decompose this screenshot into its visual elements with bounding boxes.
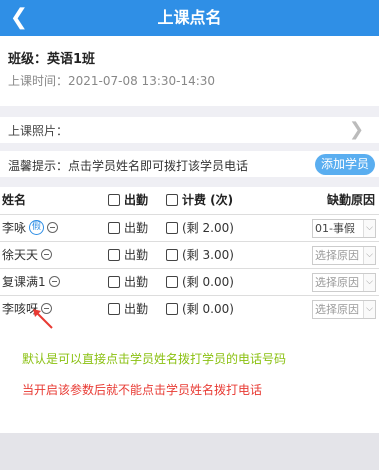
chevron-down-icon: ⌵ [363,220,375,237]
student-name[interactable]: 李咏 [2,221,26,235]
reason-select[interactable]: 01-事假 ⌵ [312,219,376,238]
add-student-button[interactable]: 添加学员 [315,154,375,175]
student-name-cell: 徐天天 [2,242,53,269]
fee-remaining: (剩 3.00) [182,248,234,262]
annotation-red-note: 当开启该参数后就不能点击学员姓名拨打电话 [22,383,263,397]
attendance-label: 出勤 [124,248,149,262]
page-title: 上课点名 [157,8,222,27]
table-header: 姓名 出勤 计费 (次) 缺勤原因 [0,187,379,215]
student-name[interactable]: 复课满1 [2,275,46,289]
attendance-cell: 出勤 [108,269,148,296]
fee-cell: (剩 0.00) [166,296,234,323]
attendance-checkbox[interactable] [108,302,120,315]
fee-checkbox[interactable] [166,248,178,261]
remove-student-icon[interactable] [41,249,53,260]
fee-checkbox[interactable] [166,275,178,288]
reason-select[interactable]: 选择原因 ⌵ [312,246,376,265]
tip-card: 温馨提示：点击学员姓名即可拨打该学员电话 添加学员 [0,151,379,177]
fee-all-checkbox[interactable] [166,193,178,206]
attendance-label: 出勤 [124,221,149,235]
header-attendance-label: 出勤 [124,193,149,207]
student-name-cell: 李咏假 [2,215,59,242]
attendance-checkbox[interactable] [108,275,120,288]
class-name: 班级：英语1班 [8,52,96,67]
reason-value: 01-事假 [315,222,355,235]
attendance-checkbox[interactable] [108,221,120,234]
leave-badge-icon: 假 [29,220,45,235]
student-name-cell: 复课满1 [2,269,60,296]
header-attendance: 出勤 [108,187,148,214]
annotation-green-note: 默认是可以直接点击学员姓名拨打学员的电话号码 [22,352,287,366]
fee-cell: (剩 0.00) [166,269,234,296]
table-row: 徐天天 出勤 (剩 3.00) 选择原因 ⌵ [0,242,379,269]
fee-remaining: (剩 2.00) [182,221,234,235]
fee-cell: (剩 3.00) [166,242,234,269]
reason-select[interactable]: 选择原因 ⌵ [312,300,376,319]
table-row: 复课满1 出勤 (剩 0.00) 选择原因 ⌵ [0,269,379,296]
attendance-cell: 出勤 [108,242,148,269]
fee-cell: (剩 2.00) [166,215,234,242]
reason-value: 选择原因 [315,276,359,289]
fee-checkbox[interactable] [166,221,178,234]
bottom-bar [0,433,379,470]
chevron-down-icon: ⌵ [363,301,375,318]
student-name[interactable]: 徐天天 [2,248,38,262]
table-row: 李咳呀 出勤 (剩 0.00) 选择原因 ⌵ [0,296,379,323]
chevron-down-icon: ⌵ [363,247,375,264]
top-navbar: ❮ 上课点名 [0,0,379,36]
remove-student-icon[interactable] [47,222,59,233]
tip-text: 温馨提示：点击学员姓名即可拨打该学员电话 [8,159,249,173]
attendance-table: 姓名 出勤 计费 (次) 缺勤原因 李咏假 出勤 (剩 2.00) 01-事假 ⌵… [0,187,379,321]
attendance-label: 出勤 [124,275,149,289]
class-photo-label: 上课照片： [8,124,69,138]
header-fee-label: 计费 (次) [182,193,234,207]
chevron-down-icon: ⌵ [363,274,375,291]
remove-student-icon[interactable] [48,276,60,287]
table-row: 李咏假 出勤 (剩 2.00) 01-事假 ⌵ [0,215,379,242]
attendance-cell: 出勤 [108,296,148,323]
content-area [0,321,379,433]
chevron-right-icon[interactable]: ❯ [349,120,364,140]
attendance-all-checkbox[interactable] [108,193,120,206]
header-reason: 缺勤原因 [327,193,376,207]
attendance-cell: 出勤 [108,215,148,242]
attendance-label: 出勤 [124,302,149,316]
reason-value: 选择原因 [315,249,359,262]
attendance-checkbox[interactable] [108,248,120,261]
class-time: 上课时间：2021-07-08 13:30-14:30 [8,74,216,88]
reason-value: 选择原因 [315,303,359,316]
fee-checkbox[interactable] [166,302,178,315]
fee-remaining: (剩 0.00) [182,302,234,316]
reason-select[interactable]: 选择原因 ⌵ [312,273,376,292]
header-name: 姓名 [2,193,27,207]
class-photo-row[interactable]: 上课照片： ❯ [0,117,379,143]
annotation-arrow-icon [33,309,53,329]
fee-remaining: (剩 0.00) [182,275,234,289]
class-info-card: 班级：英语1班 上课时间：2021-07-08 13:30-14:30 [0,36,379,106]
header-fee: 计费 (次) [166,187,233,214]
